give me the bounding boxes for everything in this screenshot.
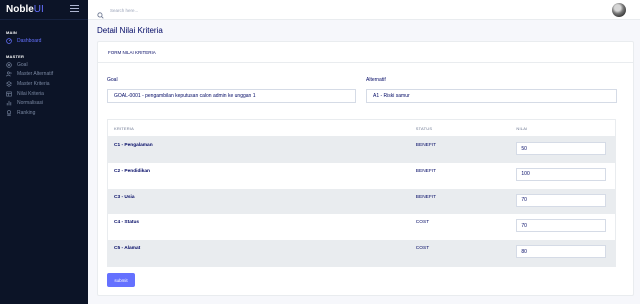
status-cell: BENEFIT: [415, 168, 437, 174]
goal-field[interactable]: GOAL-0001 - pengambilan keputusan calon …: [107, 89, 356, 103]
goal-label: Goal: [107, 77, 118, 83]
table-row: C2 - Pendidikan BENEFIT 100: [108, 162, 615, 189]
topbar: [88, 0, 640, 20]
table-row: C5 - Alamat COST 80: [108, 240, 615, 266]
kriteria-cell: C1 - Pengalaman: [114, 143, 153, 148]
search-icon: [97, 6, 104, 19]
sidebar-item-label: Master Alternatif: [17, 71, 54, 78]
nilai-value: 100: [521, 171, 530, 178]
bar-chart-icon: [6, 100, 12, 106]
table-row: C4 - Status COST 70: [108, 214, 615, 241]
table-row: C1 - Pengalaman BENEFIT 50: [108, 137, 615, 163]
sidebar-item-master-kriteria[interactable]: Master Kriteria: [0, 79, 88, 89]
avatar[interactable]: [612, 3, 626, 17]
layers-icon: [6, 81, 12, 87]
submit-button[interactable]: submit: [107, 273, 135, 287]
status-cell: COST: [415, 246, 430, 252]
kriteria-cell: C4 - Status: [114, 220, 140, 226]
table-header: KRITERIA STATUS NILAI: [108, 120, 615, 137]
card-header: FORM NILAI KRITERIA: [98, 42, 633, 63]
header-nilai: NILAI: [516, 125, 528, 131]
nilai-input[interactable]: 70: [516, 219, 607, 233]
sidebar-item-normalisasi[interactable]: Normalisasi: [0, 98, 88, 108]
nilai-value: 50: [521, 145, 527, 152]
kriteria-table: KRITERIA STATUS NILAI C1 - Pengalaman BE…: [107, 119, 616, 267]
sidebar: NobleUI MAIN Dashboard MASTER Goal Maste…: [0, 0, 88, 304]
nilai-value: 70: [521, 197, 527, 204]
sidebar-item-master-alternatif[interactable]: Master Alternatif: [0, 69, 88, 79]
kriteria-cell: C3 - Usia: [114, 194, 135, 200]
alternatif-label: Alternatif: [366, 77, 386, 83]
header-status: STATUS: [415, 125, 433, 131]
sidebar-item-label: Dashboard: [17, 37, 42, 44]
nilai-input[interactable]: 70: [516, 193, 607, 207]
sidebar-item-nilai-kriteria[interactable]: Nilai Kriteria: [0, 89, 88, 99]
sidebar-item-label: Normalisasi: [17, 100, 44, 107]
page-title: Detail Nilai Kriteria: [97, 26, 163, 35]
award-icon: [6, 110, 12, 116]
nav-category-master: MASTER: [6, 53, 25, 59]
goal-value: GOAL-0001 - pengambilan keputusan calon …: [114, 93, 256, 99]
table-icon: [6, 91, 12, 97]
sidebar-item-goal[interactable]: Goal: [0, 60, 88, 70]
sidebar-item-ranking[interactable]: Ranking: [0, 108, 88, 118]
sidebar-item-label: Master Kriteria: [17, 80, 50, 87]
alternatif-value: A1 - Riski samur: [373, 93, 410, 99]
status-cell: BENEFIT: [415, 143, 437, 148]
form-card: FORM NILAI KRITERIA Goal GOAL-0001 - pen…: [97, 41, 634, 296]
table-row: C3 - Usia BENEFIT 70: [108, 188, 615, 215]
target-icon: [6, 61, 12, 68]
nav-category-main: MAIN: [6, 30, 18, 35]
kriteria-cell: C5 - Alamat: [114, 246, 141, 252]
nilai-input[interactable]: 50: [516, 142, 607, 155]
nilai-value: 80: [521, 248, 527, 255]
dashboard-icon: [6, 38, 12, 44]
sidebar-item-label: Nilai Kriteria: [17, 90, 44, 97]
alternatif-field[interactable]: A1 - Riski samur: [366, 89, 617, 103]
nilai-input[interactable]: 100: [516, 167, 607, 181]
nilai-input[interactable]: 80: [516, 245, 607, 259]
menu-toggle-icon[interactable]: [70, 5, 79, 13]
nilai-value: 70: [521, 222, 527, 229]
sidebar-item-dashboard[interactable]: Dashboard: [0, 36, 88, 46]
status-cell: COST: [415, 220, 430, 226]
kriteria-cell: C2 - Pendidikan: [114, 168, 150, 174]
brand-logo[interactable]: NobleUI: [6, 4, 44, 15]
sidebar-item-label: Goal: [17, 61, 28, 68]
users-icon: [6, 71, 12, 77]
header-kriteria: KRITERIA: [114, 125, 135, 131]
search-input[interactable]: [110, 5, 310, 15]
sidebar-item-label: Ranking: [17, 109, 36, 116]
status-cell: BENEFIT: [415, 194, 437, 200]
